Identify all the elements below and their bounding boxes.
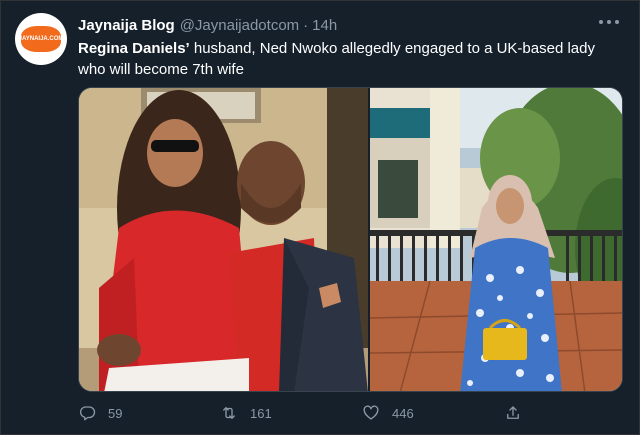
avatar[interactable]: JAYNAIJA.COM <box>15 13 67 65</box>
tweet-text: Regina Daniels’ husband, Ned Nwoko alleg… <box>78 38 618 80</box>
reply-count: 59 <box>108 405 123 421</box>
couple-photo-illustration <box>79 88 368 391</box>
hijab-photo-illustration <box>370 88 622 391</box>
retweet-count: 161 <box>250 405 272 421</box>
avatar-text: JAYNAIJA.COM <box>18 35 64 42</box>
tweet-card[interactable]: JAYNAIJA.COM Jaynaija Blog @Jaynaijadotc… <box>0 0 640 435</box>
like-count: 446 <box>392 405 414 421</box>
like-button[interactable]: 446 <box>362 404 504 422</box>
couple-photo[interactable] <box>79 88 368 391</box>
more-options-icon[interactable] <box>599 15 619 29</box>
retweet-icon <box>223 407 235 419</box>
jaynaija-logo: JAYNAIJA.COM <box>18 26 64 52</box>
separator: · <box>303 16 309 34</box>
author-handle[interactable]: @Jaynaijadotcom <box>180 17 299 34</box>
woman-in-hijab-photo[interactable] <box>370 88 622 391</box>
tweet-actions: 59 161 446 <box>78 401 548 425</box>
retweet-button[interactable]: 161 <box>220 404 362 422</box>
reply-icon <box>79 406 96 421</box>
heart-icon <box>363 405 379 420</box>
reply-button[interactable]: 59 <box>78 404 220 422</box>
tweet-text-bold: Regina Daniels’ <box>78 40 190 57</box>
author-name[interactable]: Jaynaija Blog <box>78 17 175 34</box>
tweet-header: Jaynaija Blog @Jaynaijadotcom · 14h <box>78 14 619 36</box>
tweet-media[interactable] <box>78 87 623 392</box>
tweet-time[interactable]: 14h <box>312 17 337 34</box>
share-icon <box>507 406 519 419</box>
share-button[interactable] <box>504 404 534 422</box>
